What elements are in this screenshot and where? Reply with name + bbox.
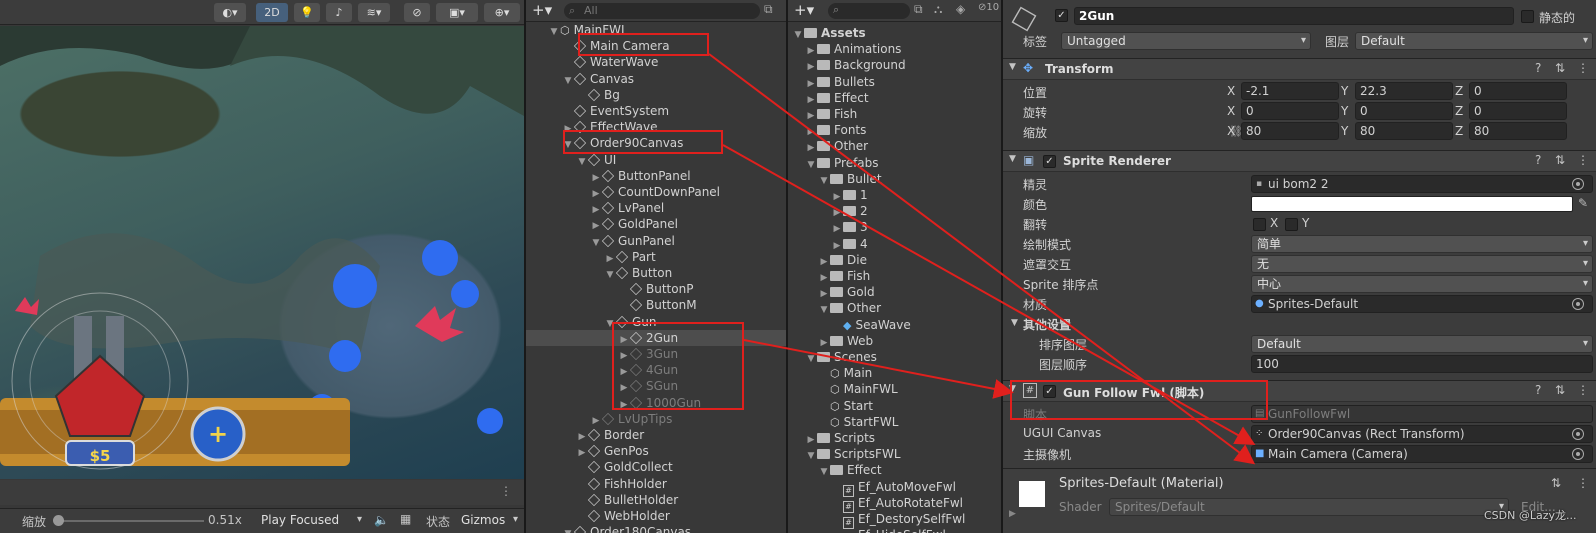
- annotation-arrows: [708, 53, 1256, 465]
- arrow-canvas-to-field: [722, 144, 1256, 445]
- arrow-main-camera-to-field: [708, 53, 1256, 465]
- arrow-gun-to-component: [743, 339, 1014, 399]
